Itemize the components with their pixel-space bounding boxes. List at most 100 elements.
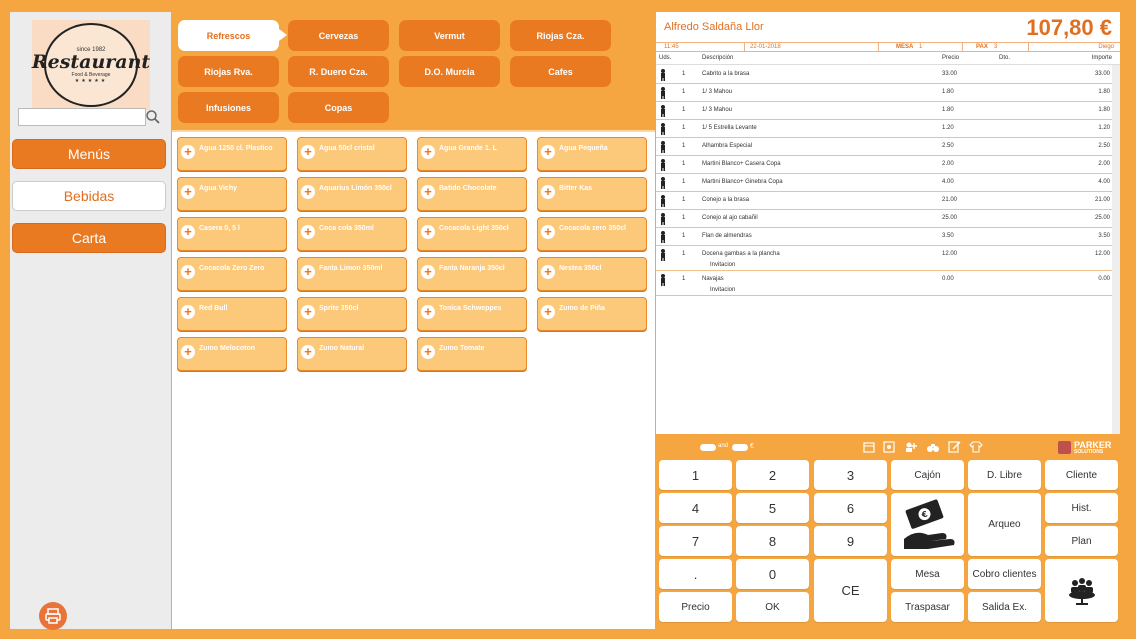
descuento-libre-button[interactable]: D. Libre bbox=[968, 460, 1041, 490]
plan-button[interactable]: Plan bbox=[1045, 526, 1118, 556]
category-r-duero-cza[interactable]: R. Duero Cza. bbox=[288, 56, 389, 87]
clear-entry-button[interactable]: CE bbox=[814, 559, 887, 622]
key-3[interactable]: 3 bbox=[814, 460, 887, 490]
ticket-line[interactable]: 1 Conejo al ajo cabañil 25.00 25.00 bbox=[656, 210, 1120, 228]
product-button[interactable]: + Red Bull bbox=[177, 297, 287, 331]
search-icon[interactable] bbox=[145, 109, 161, 125]
cobrar-button[interactable]: € bbox=[891, 493, 964, 556]
ok-button[interactable]: OK bbox=[736, 592, 809, 622]
category-infusiones[interactable]: Infusiones bbox=[178, 92, 279, 123]
product-button[interactable]: + Zumo Tomate bbox=[417, 337, 527, 371]
key-9[interactable]: 9 bbox=[814, 526, 887, 556]
category-riojas-rva[interactable]: Riojas Rva. bbox=[178, 56, 279, 87]
precio-button[interactable]: Precio bbox=[659, 592, 732, 622]
ticket-line[interactable]: 1 1/ 3 Mahou 1.80 1.80 bbox=[656, 84, 1120, 102]
product-button[interactable]: + Coca cola 350ml bbox=[297, 217, 407, 251]
historial-button[interactable]: Hist. bbox=[1045, 493, 1118, 523]
product-button[interactable]: + Cocacola Zero Zero bbox=[177, 257, 287, 291]
ticket-line[interactable]: 1 Cabrito a la brasa 33.00 33.00 bbox=[656, 66, 1120, 84]
category-refrescos[interactable]: Refrescos bbox=[178, 20, 287, 51]
ticket-line[interactable]: 1 1/ 3 Mahou 1.80 1.80 bbox=[656, 102, 1120, 120]
category-cervezas[interactable]: Cervezas bbox=[288, 20, 389, 51]
search-input[interactable] bbox=[18, 108, 146, 126]
product-button[interactable]: + Agua Vichy bbox=[177, 177, 287, 211]
product-label: Zumo Natural bbox=[319, 345, 365, 352]
category-do-murcia[interactable]: D.O. Murcia bbox=[399, 56, 500, 87]
key-8[interactable]: 8 bbox=[736, 526, 809, 556]
ticket-scrollbar[interactable] bbox=[1112, 65, 1120, 434]
product-button[interactable]: + Nestea 350cl bbox=[537, 257, 647, 291]
ticket-line[interactable]: 1 Flan de almendras 3.50 3.50 bbox=[656, 228, 1120, 246]
product-button[interactable]: + Agua Pequeña bbox=[537, 137, 647, 171]
category-cafes[interactable]: Cafes bbox=[510, 56, 611, 87]
ticket-line[interactable]: 1 Navajas 0.00 0.00 Invitacion bbox=[656, 271, 1120, 296]
waiter-name: Diego bbox=[1098, 44, 1114, 50]
product-button[interactable]: + Agua 1250 cl. Plastico bbox=[177, 137, 287, 171]
ticket-line[interactable]: 1 Docena gambas a la plancha 12.00 12.00 Inv… bbox=[656, 246, 1120, 271]
key-4[interactable]: 4 bbox=[659, 493, 732, 523]
plus-icon: + bbox=[421, 145, 435, 159]
logo-stars: ★★★★★ bbox=[74, 77, 108, 84]
key-7[interactable]: 7 bbox=[659, 526, 732, 556]
product-button[interactable]: + Zumo Melocoton bbox=[177, 337, 287, 371]
cliente-button[interactable]: Cliente bbox=[1045, 460, 1118, 490]
product-button[interactable]: + Cocacola zero 350cl bbox=[537, 217, 647, 251]
binoculars-icon[interactable] bbox=[926, 440, 940, 454]
sidebar-item-bebidas[interactable]: Bebidas bbox=[12, 181, 166, 211]
product-button[interactable]: + Zumo de Piña bbox=[537, 297, 647, 331]
register-icon[interactable] bbox=[882, 440, 896, 454]
product-button[interactable]: + Agua 50cl cristal bbox=[297, 137, 407, 171]
category-riojas-cza[interactable]: Riojas Cza. bbox=[510, 20, 611, 51]
plus-icon: + bbox=[541, 265, 555, 279]
ticket-total: 107,80 € bbox=[1026, 15, 1112, 40]
product-button[interactable]: + Sprite 350cl bbox=[297, 297, 407, 331]
product-button[interactable]: + Aquarius Limón 350cl bbox=[297, 177, 407, 211]
ticket-line[interactable]: 1 1/ 5 Estrella Levante 1.20 1.20 bbox=[656, 120, 1120, 138]
cajon-button[interactable]: Cajón bbox=[891, 460, 964, 490]
product-button[interactable]: + Batido Chocolate bbox=[417, 177, 527, 211]
product-button[interactable]: + Cocacola Light 350cl bbox=[417, 217, 527, 251]
shirt-icon[interactable] bbox=[969, 440, 983, 454]
category-vermut[interactable]: Vermut bbox=[399, 20, 500, 51]
toggle-switch[interactable] bbox=[732, 444, 748, 451]
product-button[interactable]: + Casera 0, 5 l bbox=[177, 217, 287, 251]
salida-extra-button[interactable]: Salida Ex. bbox=[968, 592, 1041, 622]
key-2[interactable]: 2 bbox=[736, 460, 809, 490]
traspasar-button[interactable]: Traspasar bbox=[891, 592, 964, 622]
table-plan-button[interactable] bbox=[1045, 559, 1118, 622]
client-name[interactable]: Alfredo Saldaña Llor bbox=[664, 21, 764, 33]
cobro-clientes-button[interactable]: Cobro clientes bbox=[968, 559, 1041, 589]
add-user-icon[interactable] bbox=[904, 440, 918, 454]
product-label: Aquarius Limón 350cl bbox=[319, 185, 392, 192]
product-button[interactable]: + Fanta Limon 350ml bbox=[297, 257, 407, 291]
ticket-line[interactable]: 1 Conejo a la brasa 21.00 21.00 bbox=[656, 192, 1120, 210]
line-description: Docena gambas a la plancha bbox=[702, 251, 780, 257]
product-button[interactable]: + Fanta Naranja 350cl bbox=[417, 257, 527, 291]
key-0[interactable]: 0 bbox=[736, 559, 809, 589]
product-button[interactable]: + Bitter Kas bbox=[537, 177, 647, 211]
key-6[interactable]: 6 bbox=[814, 493, 887, 523]
and-label: and bbox=[718, 443, 729, 449]
sidebar-item-menus[interactable]: Menús bbox=[12, 139, 166, 169]
sidebar-item-carta[interactable]: Carta bbox=[12, 223, 166, 253]
key-5[interactable]: 5 bbox=[736, 493, 809, 523]
line-qty: 1 bbox=[682, 251, 686, 257]
mesa-button[interactable]: Mesa bbox=[891, 559, 964, 589]
arqueo-button[interactable]: Arqueo bbox=[968, 493, 1041, 556]
line-amount: 1.80 bbox=[1098, 89, 1110, 95]
ticket-line[interactable]: 1 Martini Blanco+ Ginebra Copa 4.00 4.00 bbox=[656, 174, 1120, 192]
product-button[interactable]: + Agua Grande 1. L bbox=[417, 137, 527, 171]
toggle-switch[interactable] bbox=[700, 444, 716, 451]
calendar-icon[interactable] bbox=[862, 440, 876, 454]
ticket-line[interactable]: 1 Martini Blanco+ Casera Copa 2.00 2.00 bbox=[656, 156, 1120, 174]
print-button[interactable] bbox=[39, 602, 67, 630]
category-copas[interactable]: Copas bbox=[288, 92, 389, 123]
product-button[interactable]: + Zumo Natural bbox=[297, 337, 407, 371]
key-1[interactable]: 1 bbox=[659, 460, 732, 490]
ticket-line[interactable]: 1 Alhambra Especial 2.50 2.50 bbox=[656, 138, 1120, 156]
product-button[interactable]: + Tonica Schweppes bbox=[417, 297, 527, 331]
key-decimal[interactable]: . bbox=[659, 559, 732, 589]
line-price: 2.00 bbox=[942, 161, 954, 167]
edit-icon[interactable] bbox=[947, 440, 961, 454]
line-qty: 1 bbox=[682, 161, 686, 167]
